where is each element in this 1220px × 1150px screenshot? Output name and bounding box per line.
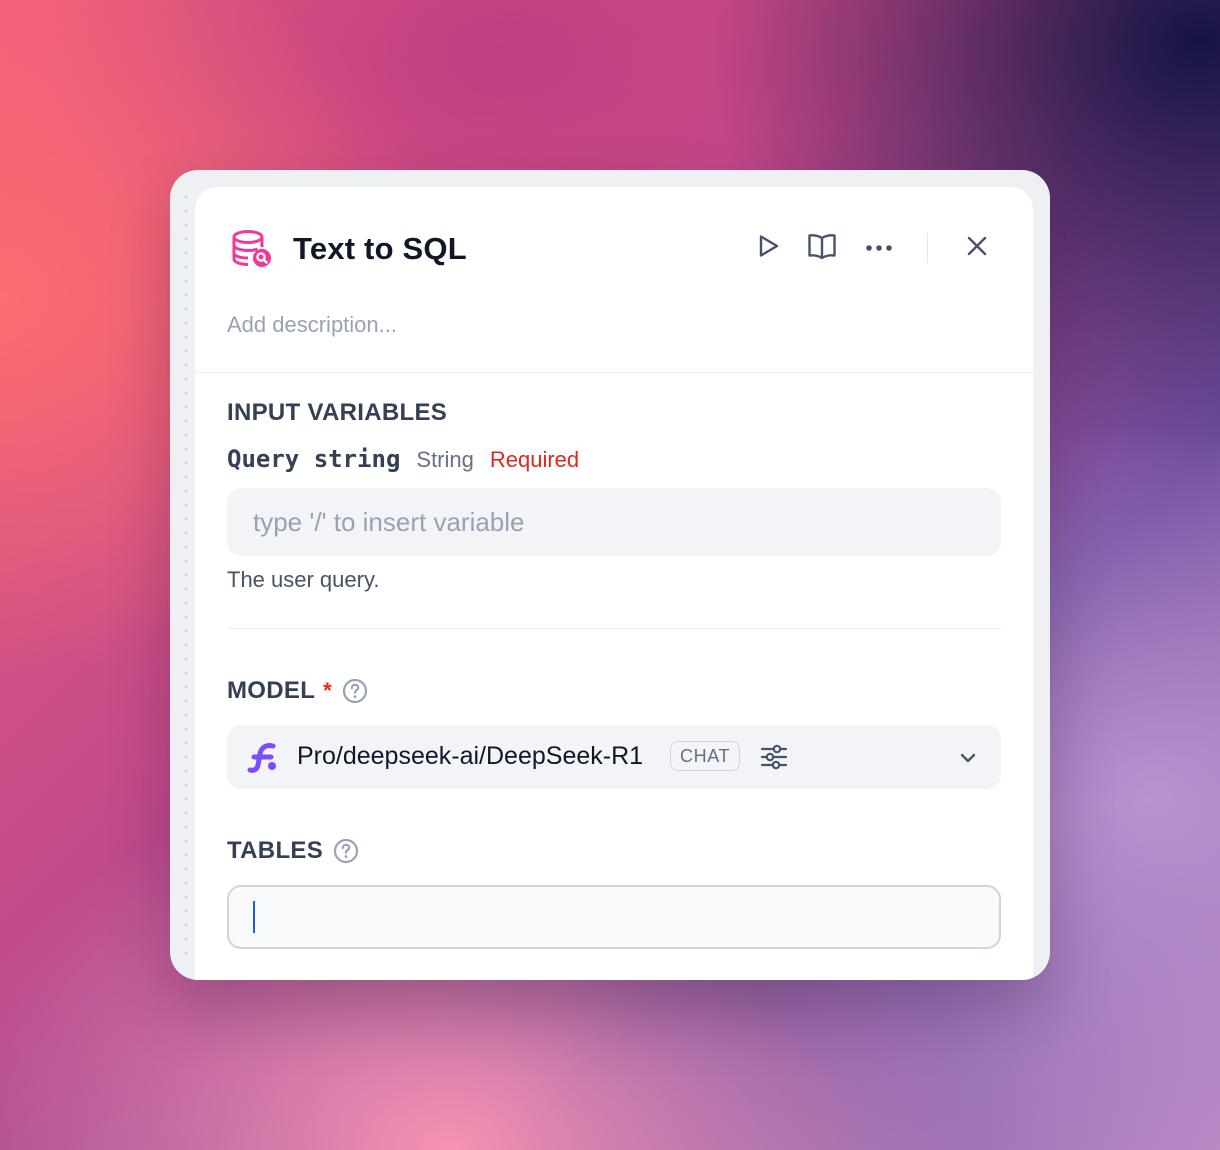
chevron-down-icon: [957, 747, 979, 769]
more-button[interactable]: [862, 231, 896, 265]
variable-name: Query string: [227, 445, 401, 473]
model-select[interactable]: Pro/deepseek-ai/DeepSeek-R1 CHAT: [227, 725, 1001, 789]
tables-input[interactable]: [227, 885, 1001, 949]
section-divider: [227, 628, 1001, 629]
help-circle-icon[interactable]: [342, 678, 368, 704]
docs-button[interactable]: [805, 231, 839, 265]
sliders-icon[interactable]: [759, 742, 789, 772]
book-open-icon: [807, 232, 837, 265]
variable-help-text: The user query.: [227, 567, 380, 592]
input-variables-heading: INPUT VARIABLES: [227, 399, 448, 426]
more-dots-icon: [865, 239, 893, 257]
model-type-badge: CHAT: [670, 741, 741, 771]
description-field[interactable]: Add description...: [227, 312, 397, 338]
node-config-window: Text to SQL Add description... INPUT VAR…: [170, 170, 1050, 980]
required-badge: Required: [489, 447, 580, 472]
close-icon: [966, 235, 988, 262]
variable-type: String: [416, 447, 474, 472]
variable-header: Query string String Required: [227, 445, 579, 473]
header-separator: [927, 233, 928, 263]
canvas-dot-grid: [182, 190, 190, 960]
tables-label: TABLES: [227, 837, 324, 864]
tables-label-row: TABLES: [227, 837, 359, 865]
database-search-icon: [230, 229, 274, 269]
siliconflow-logo-icon: [247, 741, 281, 775]
close-button[interactable]: [960, 231, 994, 265]
text-caret: [253, 901, 255, 933]
help-circle-icon[interactable]: [333, 838, 359, 864]
model-label-row: MODEL *: [227, 677, 368, 705]
required-asterisk: *: [323, 678, 332, 703]
model-label: MODEL: [227, 677, 316, 704]
play-icon: [755, 233, 781, 264]
node-title[interactable]: Text to SQL: [293, 229, 467, 269]
query-string-input[interactable]: type '/' to insert variable: [227, 488, 1001, 556]
run-button[interactable]: [751, 231, 785, 265]
panel-header: Text to SQL Add description...: [195, 187, 1033, 373]
node-panel: Text to SQL Add description... INPUT VAR…: [195, 187, 1033, 980]
model-name: Pro/deepseek-ai/DeepSeek-R1: [297, 742, 644, 770]
